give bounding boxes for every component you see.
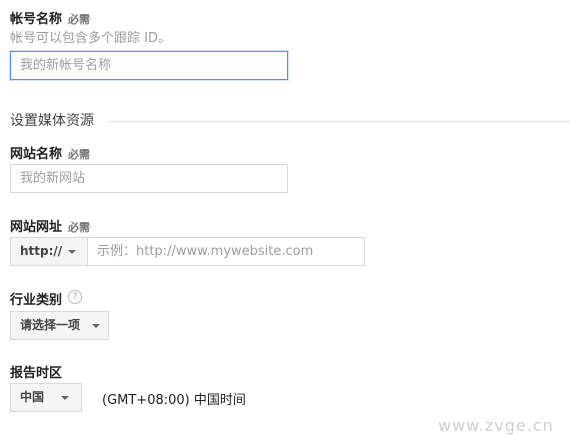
chevron-down-icon (92, 324, 100, 328)
watermark: www.zvge.cn (438, 416, 554, 435)
required-tag: 必需 (68, 148, 91, 161)
required-tag: 必需 (68, 221, 91, 234)
section-divider (108, 121, 570, 122)
account-name-input[interactable]: 我的新帐号名称 (10, 51, 288, 80)
account-name-label: 帐号名称 必需 (10, 8, 90, 27)
website-url-input[interactable]: 示例：http://www.mywebsite.com (87, 237, 365, 266)
chevron-down-icon (68, 250, 76, 254)
website-name-input[interactable]: 我的新网站 (10, 164, 288, 193)
industry-select-value: 请选择一项 (20, 318, 81, 332)
website-name-label: 网站名称 必需 (10, 143, 90, 162)
industry-select[interactable]: 请选择一项 (10, 311, 109, 340)
required-tag: 必需 (68, 13, 91, 26)
chevron-down-icon (61, 396, 69, 400)
website-url-label: 网站网址 必需 (10, 216, 90, 235)
industry-label: 行业类别 (10, 293, 63, 308)
timezone-country-select[interactable]: 中国 (10, 383, 82, 412)
website-name-label-text: 网站名称 (10, 147, 63, 162)
protocol-value: http:// (20, 244, 63, 258)
website-url-label-text: 网站网址 (10, 220, 63, 235)
question-circle-icon[interactable]: ? (68, 290, 82, 304)
timezone-zone-text: (GMT+08:00) 中国时间 (102, 393, 246, 408)
timezone-country-value: 中国 (20, 390, 45, 404)
account-name-hint: 帐号可以包含多个跟踪 ID。 (10, 31, 171, 46)
protocol-dropdown[interactable]: http:// (10, 237, 88, 266)
property-section-title: 设置媒体资源 (10, 113, 94, 129)
timezone-label: 报告时区 (10, 366, 63, 381)
account-name-label-text: 帐号名称 (10, 12, 63, 27)
